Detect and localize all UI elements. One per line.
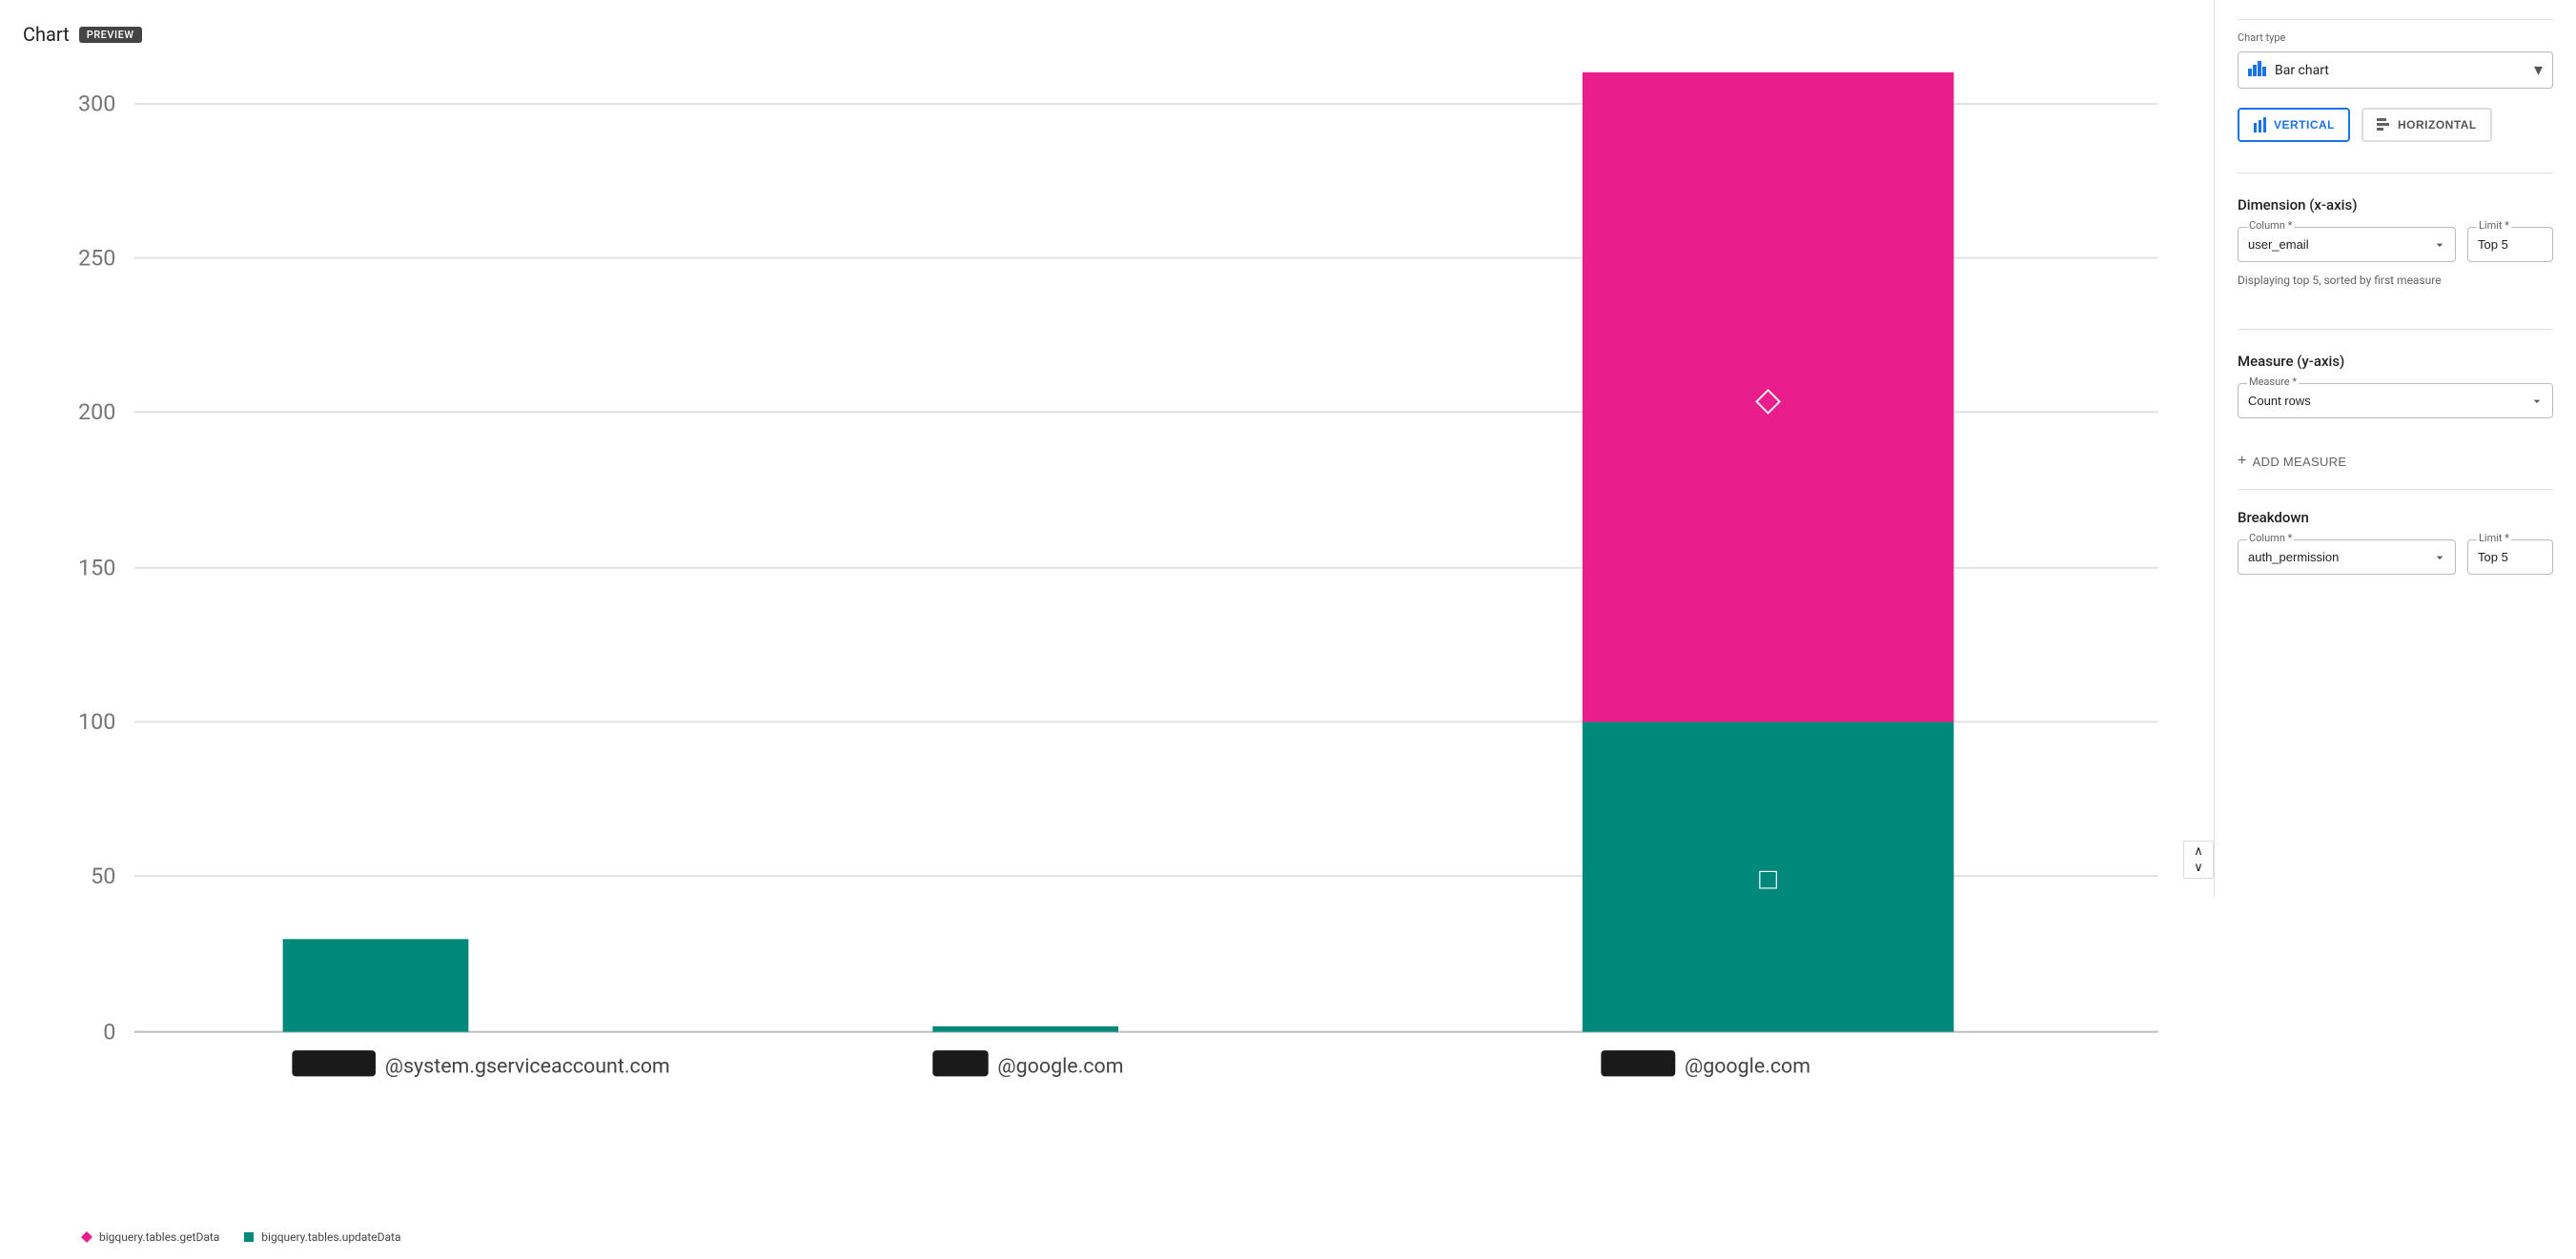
square-legend-icon [242, 1230, 256, 1244]
svg-text:200: 200 [78, 398, 115, 425]
chart-header: Chart PREVIEW [23, 23, 2214, 46]
svg-text:0: 0 [103, 1018, 115, 1045]
chart-type-chevron-icon: ▾ [2534, 60, 2543, 80]
breakdown-column-select[interactable]: auth_permission [2238, 539, 2456, 575]
measure-select[interactable]: Count rows [2238, 383, 2553, 418]
measure-label: Measure * [2247, 376, 2299, 388]
chart-svg: 300 250 200 150 100 50 0 [23, 65, 2214, 1219]
svg-text:□: □ [1759, 862, 1777, 897]
breakdown-limit-wrapper: Limit * [2467, 539, 2553, 575]
svg-text:300: 300 [78, 91, 115, 117]
dimension-column-select[interactable]: user_email [2238, 227, 2456, 262]
svg-text:@google.com: @google.com [997, 1055, 1123, 1079]
legend-item-pink: bigquery.tables.getData [80, 1230, 219, 1244]
vertical-btn-label: VERTICAL [2274, 118, 2335, 132]
breakdown-column-label: Column * [2247, 532, 2294, 544]
chart-type-select[interactable]: Bar chart ▾ [2238, 51, 2553, 89]
breakdown-section: Breakdown Column * auth_permission Limit… [2238, 509, 2553, 586]
preview-badge: PREVIEW [79, 27, 142, 43]
chart-container: 300 250 200 150 100 50 0 [23, 65, 2214, 1259]
chart-type-header: Chart type [2238, 19, 2553, 44]
plus-icon: + [2238, 453, 2247, 470]
breakdown-field-row: Column * auth_permission Limit * [2238, 539, 2553, 575]
legend-item-teal: bigquery.tables.updateData [242, 1230, 400, 1244]
svg-text:100: 100 [78, 708, 115, 735]
chart-title: Chart [23, 23, 70, 46]
dimension-column-label: Column * [2247, 219, 2294, 232]
dimension-limit-wrapper: Limit * [2467, 227, 2553, 262]
dimension-hint: Displaying top 5, sorted by first measur… [2238, 274, 2553, 287]
svg-text:◇: ◇ [1755, 378, 1781, 418]
orientation-section: VERTICAL HORIZONTAL [2238, 108, 2553, 142]
svg-text:@google.com: @google.com [1685, 1055, 1810, 1079]
measure-field-row: Measure * Count rows [2238, 383, 2553, 418]
add-measure-button[interactable]: + ADD MEASURE [2238, 445, 2553, 477]
breakdown-limit-label: Limit * [2477, 532, 2511, 544]
chart-svg-area: 300 250 200 150 100 50 0 [23, 65, 2214, 1219]
measure-wrapper: Measure * Count rows [2238, 383, 2553, 418]
legend-label-pink: bigquery.tables.getData [99, 1230, 219, 1244]
svg-text:250: 250 [78, 244, 115, 271]
dimension-section: Dimension (x-axis) Column * user_email L… [2238, 185, 2553, 302]
bar-chart-icon [2248, 61, 2267, 80]
divider-2 [2238, 329, 2553, 330]
dimension-field-row: Column * user_email Limit * [2238, 227, 2553, 262]
chart-type-value: Bar chart [2275, 63, 2534, 78]
chart-legend: bigquery.tables.getData bigquery.tables.… [23, 1219, 2214, 1259]
dimension-limit-label: Limit * [2477, 219, 2511, 232]
bar-teal-1 [283, 939, 469, 1031]
add-measure-label: ADD MEASURE [2253, 455, 2347, 469]
divider-3 [2238, 489, 2553, 490]
right-panel: Chart type Bar chart ▾ VERTICAL [2214, 0, 2576, 898]
dimension-title: Dimension (x-axis) [2238, 185, 2553, 213]
svg-text:@system.gserviceaccount.com: @system.gserviceaccount.com [385, 1055, 670, 1079]
breakdown-title: Breakdown [2238, 509, 2553, 526]
horizontal-icon [2377, 117, 2392, 132]
chart-area: Chart PREVIEW 300 250 200 150 100 [0, 0, 2214, 898]
chevron-down-icon: ∨ [2194, 861, 2203, 875]
vertical-icon [2253, 117, 2268, 132]
chart-type-section: Chart type Bar chart ▾ [2238, 19, 2553, 89]
measure-title: Measure (y-axis) [2238, 341, 2553, 370]
breakdown-limit-input[interactable] [2467, 539, 2553, 575]
dimension-column-wrapper: Column * user_email [2238, 227, 2456, 262]
horizontal-btn-label: HORIZONTAL [2398, 118, 2477, 132]
breakdown-column-wrapper: Column * auth_permission [2238, 539, 2456, 575]
svg-text:50: 50 [91, 863, 115, 889]
diamond-legend-icon [80, 1230, 93, 1244]
dimension-limit-input[interactable] [2467, 227, 2553, 262]
chevron-up-icon: ∧ [2194, 844, 2203, 859]
bar-teal-2 [932, 1026, 1118, 1032]
legend-label-teal: bigquery.tables.updateData [261, 1230, 400, 1244]
measure-section: Measure (y-axis) Measure * Count rows [2238, 341, 2553, 430]
vertical-btn[interactable]: VERTICAL [2238, 108, 2350, 142]
collapse-toggle[interactable]: ∧ ∨ [2183, 841, 2214, 879]
horizontal-btn[interactable]: HORIZONTAL [2361, 108, 2492, 142]
svg-text:150: 150 [78, 555, 115, 581]
